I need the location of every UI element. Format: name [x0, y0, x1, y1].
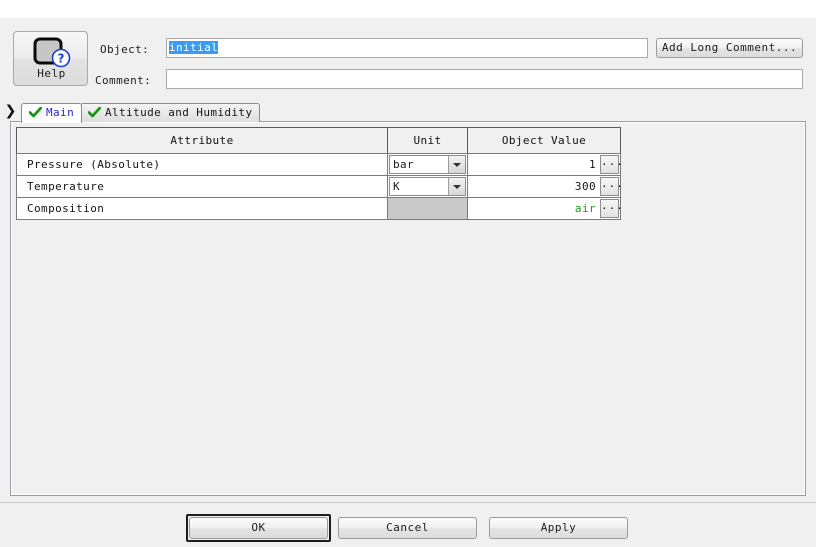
- apply-button[interactable]: Apply: [489, 517, 628, 539]
- unit-dropdown-temperature-value: K: [393, 180, 401, 193]
- column-header-unit: Unit: [387, 127, 468, 154]
- chevron-down-icon[interactable]: [448, 156, 465, 173]
- tab-altitude-check-icon: [87, 106, 102, 123]
- tab-content-panel: Attribute Unit Object Value Pressure (Ab…: [10, 121, 806, 496]
- value-cell-temperature[interactable]: 300 ...: [467, 175, 623, 198]
- value-browse-button-composition[interactable]: ...: [600, 199, 623, 218]
- row-label-temperature: Temperature: [16, 175, 388, 198]
- dialog-footer: OK Cancel Apply: [0, 503, 816, 547]
- tab-main[interactable]: Main: [21, 103, 83, 123]
- comment-input[interactable]: [166, 69, 803, 89]
- ok-button[interactable]: OK: [189, 517, 328, 539]
- value-cell-composition[interactable]: air ...: [467, 197, 623, 220]
- value-cell-pressure[interactable]: 1 ...: [467, 153, 623, 176]
- object-label: Object:: [100, 43, 150, 56]
- value-browse-button-temperature[interactable]: ...: [600, 177, 623, 196]
- tab-strip: ❯ Main Altitude and Humidity: [0, 100, 816, 123]
- value-text-pressure: 1: [588, 158, 596, 171]
- value-browse-button-pressure[interactable]: ...: [600, 155, 623, 174]
- tab-main-check-icon: [28, 106, 43, 123]
- dialog-window: ? Help Object: initial Comment: Add Long…: [0, 0, 816, 547]
- column-header-object-value: Object Value: [467, 127, 621, 154]
- help-question-icon: ?: [33, 37, 71, 69]
- table-body: Pressure (Absolute) bar 1 ... Temperatur…: [16, 153, 623, 220]
- object-input[interactable]: initial: [166, 38, 648, 58]
- table-header-row: Attribute Unit Object Value: [16, 127, 622, 154]
- attribute-table: Attribute Unit Object Value Pressure (Ab…: [16, 127, 623, 220]
- tab-altitude-label: Altitude and Humidity: [105, 106, 253, 119]
- dialog-body: ? Help Object: initial Comment: Add Long…: [0, 18, 816, 547]
- tab-altitude-and-humidity[interactable]: Altitude and Humidity: [80, 103, 261, 123]
- svg-text:?: ?: [58, 52, 65, 66]
- unit-cell-composition: [387, 197, 468, 220]
- chevron-down-icon[interactable]: [448, 178, 465, 195]
- table-row: Pressure (Absolute) bar 1 ...: [16, 153, 623, 176]
- value-text-temperature: 300: [574, 180, 596, 193]
- tab-main-label: Main: [46, 106, 75, 119]
- help-button-label: Help: [37, 67, 66, 80]
- help-button[interactable]: ? Help: [13, 31, 88, 86]
- comment-label: Comment:: [95, 74, 152, 87]
- unit-dropdown-temperature[interactable]: K: [389, 177, 466, 196]
- tab-scroll-right-icon[interactable]: ❯: [4, 102, 17, 120]
- row-label-pressure: Pressure (Absolute): [16, 153, 388, 176]
- dialog-header: ? Help Object: initial Comment: Add Long…: [0, 18, 816, 100]
- unit-dropdown-pressure[interactable]: bar: [389, 155, 466, 174]
- unit-cell-temperature: K: [387, 175, 468, 198]
- table-row: Temperature K 300 ...: [16, 175, 623, 198]
- unit-cell-pressure: bar: [387, 153, 468, 176]
- unit-dropdown-pressure-value: bar: [393, 158, 415, 171]
- value-text-composition: air: [574, 202, 596, 215]
- object-input-value: initial: [169, 41, 219, 54]
- table-row: Composition air ...: [16, 197, 623, 220]
- add-long-comment-button[interactable]: Add Long Comment...: [656, 38, 803, 58]
- column-header-attribute: Attribute: [16, 127, 388, 154]
- row-label-composition: Composition: [16, 197, 388, 220]
- cancel-button[interactable]: Cancel: [338, 517, 477, 539]
